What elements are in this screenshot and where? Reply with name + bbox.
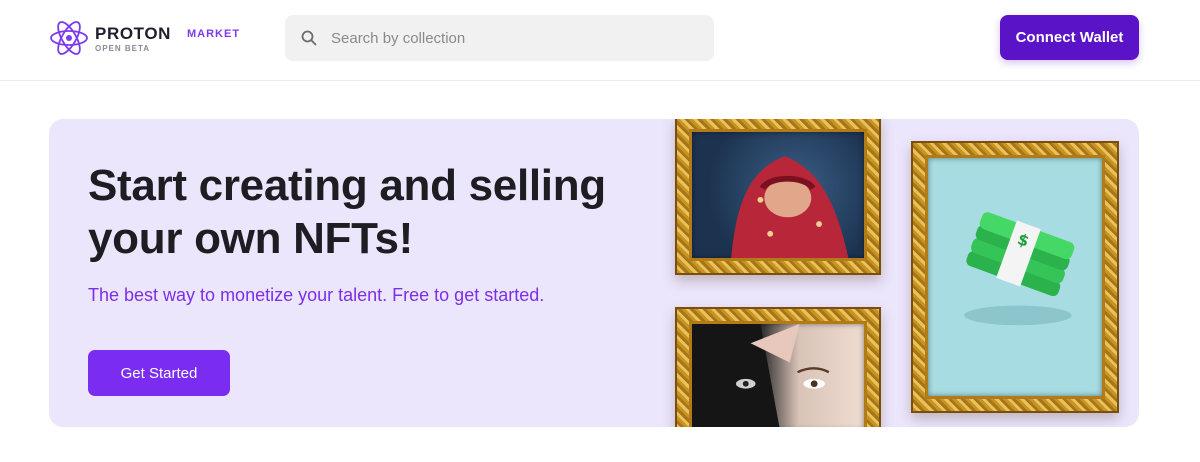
search-icon (301, 30, 317, 46)
logo-market-label: MARKET (187, 28, 241, 40)
get-started-button[interactable]: Get Started (88, 350, 230, 396)
hero-subtitle: The best way to monetize your talent. Fr… (88, 285, 545, 305)
atom-orbit-icon (50, 21, 88, 55)
cash-stack-artwork: $ (911, 141, 1119, 413)
logo-beta-badge: OPEN BETA (95, 44, 151, 53)
proton-market-logo[interactable]: PROTON MARKET OPEN BETA (49, 17, 249, 59)
connect-wallet-button[interactable]: Connect Wallet (1000, 15, 1139, 60)
search-input[interactable] (331, 15, 701, 61)
portrait-face-artwork (675, 307, 881, 427)
hooded-character-artwork (675, 119, 881, 275)
top-navbar: PROTON MARKET OPEN BETA Connect Wallet (0, 0, 1200, 81)
search-bar (285, 15, 714, 61)
hero-title: Start creating and selling your own NFTs… (88, 161, 606, 263)
logo-wordmark: PROTON (95, 24, 172, 43)
hero-banner: Start creating and selling your own NFTs… (49, 119, 1139, 427)
